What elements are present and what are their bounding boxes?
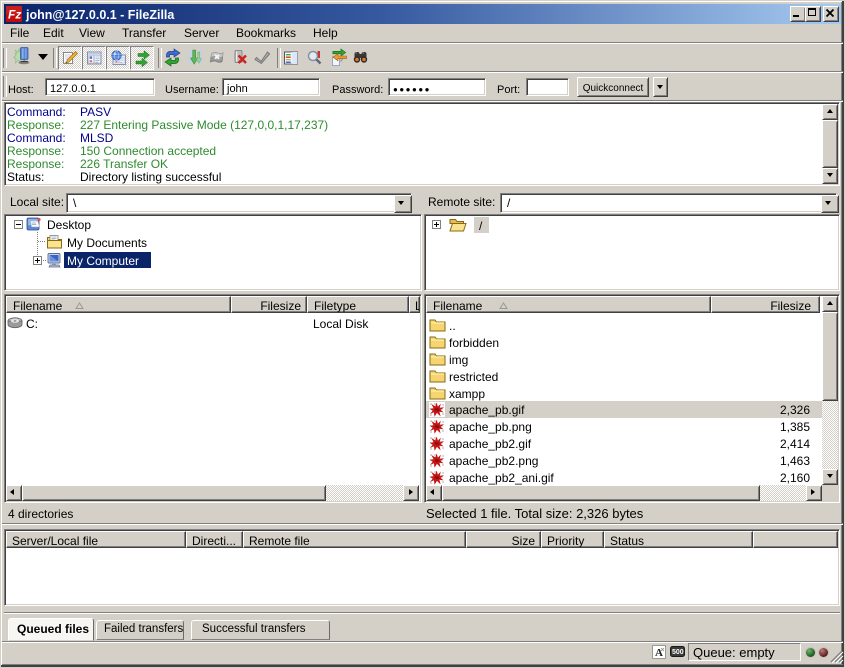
svg-text:Fz: Fz [8, 8, 21, 22]
svg-text:500: 500 [672, 649, 684, 656]
